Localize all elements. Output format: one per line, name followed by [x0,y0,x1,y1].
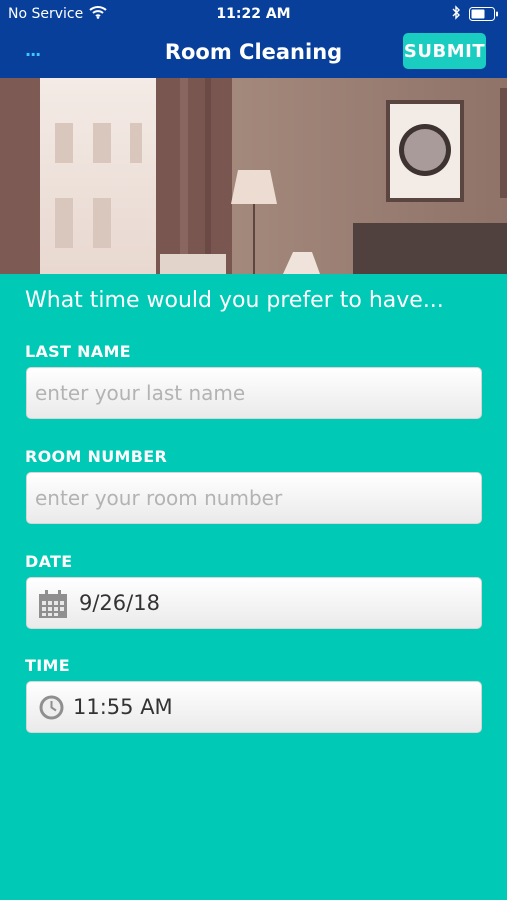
time-field[interactable]: 11:55 AM [26,681,482,733]
date-label: DATE [25,552,73,571]
form-prompt: What time would you prefer to have... [25,288,444,313]
clock-icon [38,694,65,725]
calendar-icon [38,589,68,623]
room-number-field[interactable] [26,472,482,524]
bluetooth-icon [451,5,461,24]
status-bar: No Service 11:22 AM [0,0,507,28]
room-number-label: ROOM NUMBER [25,447,168,466]
status-time: 11:22 AM [216,6,291,22]
time-value: 11:55 AM [73,695,173,719]
room-number-input[interactable] [35,473,475,523]
navigation-bar: ... Room Cleaning SUBMIT [0,28,507,78]
last-name-input[interactable] [35,368,475,418]
time-label: TIME [25,656,70,675]
last-name-field[interactable] [26,367,482,419]
last-name-label: LAST NAME [25,342,131,361]
battery-icon [469,7,499,25]
submit-button[interactable]: SUBMIT [403,33,486,69]
date-field[interactable]: 9/26/18 [26,577,482,629]
hero-image [0,78,507,274]
date-value: 9/26/18 [79,591,160,615]
